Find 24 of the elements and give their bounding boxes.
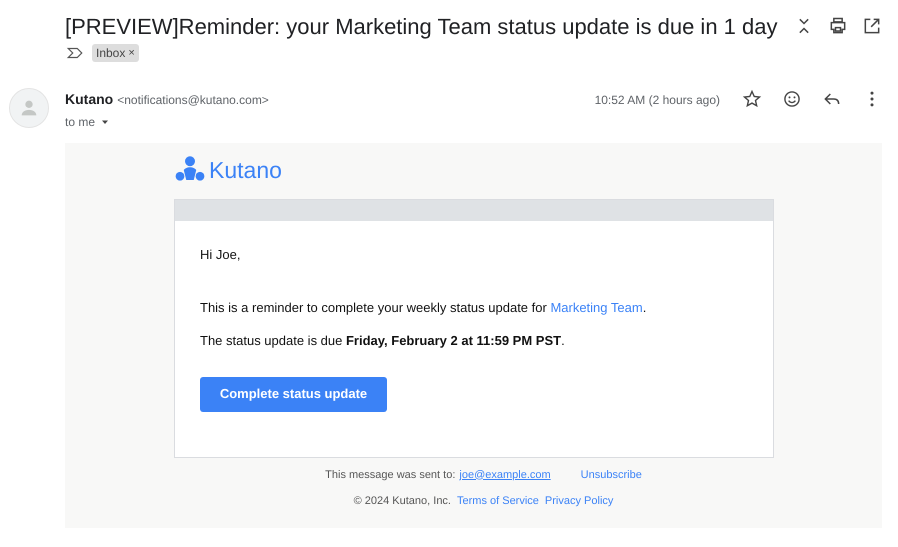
email-subject: [PREVIEW]Reminder: your Marketing Team status update is due in 1 day xyxy=(65,13,778,41)
copyright-text: © 2024 Kutano, Inc. xyxy=(354,494,451,509)
print-icon[interactable] xyxy=(828,16,848,36)
complete-status-update-button[interactable]: Complete status update xyxy=(200,376,387,412)
team-link[interactable]: Marketing Team xyxy=(550,300,643,314)
sender-email: <notifications@kutano.com> xyxy=(117,92,269,109)
brand-name: Kutano xyxy=(209,156,282,185)
reminder-text: This is a reminder to complete your weekly status update for Marketing Team. xyxy=(200,298,648,317)
star-icon[interactable] xyxy=(742,89,762,109)
remove-label-button[interactable]: × xyxy=(128,44,135,62)
footer-link[interactable]: Privacy Policy xyxy=(544,493,614,510)
open-in-new-window-icon[interactable] xyxy=(862,16,882,36)
sender-name: Kutano xyxy=(65,90,114,109)
sent-to-label: This message was sent to: xyxy=(325,468,456,482)
footer-link[interactable]: Terms of Service xyxy=(457,493,539,510)
label-text: Inbox xyxy=(96,45,126,62)
greeting-text: Hi Joe, xyxy=(200,246,242,264)
timestamp: 10:52 AM (2 hours ago) xyxy=(594,92,720,109)
due-date-text: The status update is due Friday, February 2 at 11:59 PM PST. xyxy=(200,332,566,350)
label-chip[interactable]: Inbox × xyxy=(92,44,139,62)
unsubscribe-link[interactable]: Unsubscribe xyxy=(580,466,642,483)
recipient-email-link[interactable]: joe@example.com xyxy=(459,466,551,483)
recipient-text: to me xyxy=(65,114,96,131)
emoji-icon[interactable] xyxy=(782,89,802,109)
